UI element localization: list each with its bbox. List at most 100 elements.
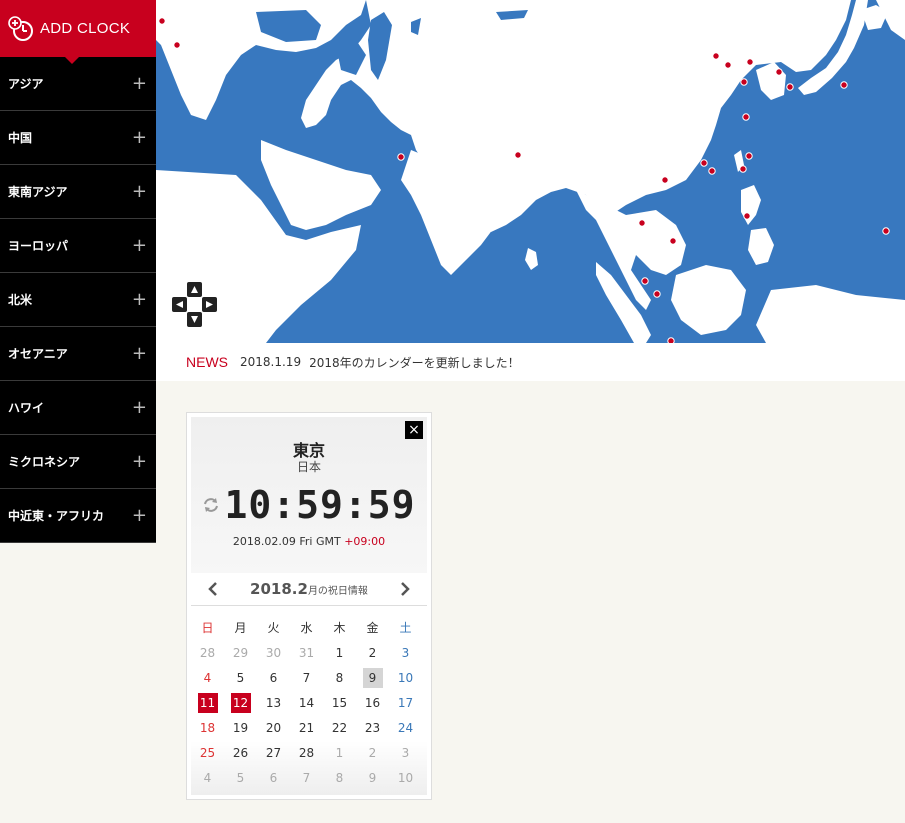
calendar-day: 16 [364,695,381,710]
region-label: オセアニア [8,347,68,361]
calendar-day: 19 [232,720,249,735]
calendar-day: 8 [335,670,344,685]
region-label: 東南アジア [8,185,68,199]
calendar-month: 2018.2 [250,580,308,598]
weekday-label: 水 [300,620,313,635]
week-row: 4 5 6 7 8 9 10 [191,665,427,690]
triangle-down-icon [191,316,198,323]
calendar-day: 26 [232,745,249,760]
calendar-day: 31 [298,645,315,660]
triangle-left-icon [176,301,183,308]
week-row: 25 26 27 28 1 2 3 [191,740,427,765]
region-list: アジア + 中国 + 東南アジア + ヨーロッパ + 北米 + オセアニア + … [0,57,156,543]
calendar-day: 24 [397,720,414,735]
news-link[interactable]: 2018年のカレンダーを更新しました！ [309,354,520,371]
city-marker [739,165,747,173]
weekday-label: 金 [366,620,379,635]
pan-up-button[interactable] [187,282,202,297]
calendar-day: 13 [265,695,282,710]
region-item-asia[interactable]: アジア + [0,57,156,111]
plus-icon: + [131,451,147,472]
map-pan-control [172,282,218,328]
add-clock-label: ADD CLOCK [40,20,131,37]
city-marker [742,113,750,121]
sidebar: ADD CLOCK アジア + 中国 + 東南アジア + ヨーロッパ + 北米 … [0,0,156,543]
calendar-day: 7 [302,670,311,685]
calendar-day: 8 [335,770,344,785]
calendar-day: 5 [236,770,245,785]
map-land [156,0,905,343]
news-bar: NEWS 2018.1.19 2018年のカレンダーを更新しました！ [156,343,905,381]
region-item-hawaii[interactable]: ハワイ + [0,381,156,435]
pan-down-button[interactable] [187,312,202,327]
city-marker [840,81,848,89]
city-marker [158,17,166,25]
refresh-icon[interactable] [202,496,220,514]
region-item-micronesia[interactable]: ミクロネシア + [0,435,156,489]
calendar-day: 5 [236,670,245,685]
city-marker [712,52,720,60]
calendar-day: 29 [232,645,249,660]
country-name: 日本 [296,460,321,474]
calendar-day: 6 [269,670,278,685]
world-map[interactable] [156,0,905,343]
calendar-day: 21 [298,720,315,735]
plus-icon: + [131,397,147,418]
calendar-day: 15 [331,695,348,710]
calendar-day: 9 [368,770,377,785]
week-row: 11 12 13 14 15 16 17 [191,690,427,715]
city-marker [743,212,751,220]
calendar-day: 1 [335,645,344,660]
city-marker [514,151,522,159]
region-item-southeast-asia[interactable]: 東南アジア + [0,165,156,219]
region-item-middle-east-africa[interactable]: 中近東・アフリカ + [0,489,156,543]
week-row: 18 19 20 21 22 23 24 [191,715,427,740]
plus-icon: + [131,181,147,202]
weekday-label: 月 [234,620,247,635]
weekday-label: 日 [201,620,214,635]
calendar-day: 2 [368,645,377,660]
weekday-label: 木 [333,620,346,635]
city-marker [669,237,677,245]
city-marker [638,219,646,227]
plus-icon: + [131,235,147,256]
city-marker [745,152,753,160]
weekday-label: 土 [399,620,412,635]
calendar-day: 1 [335,745,344,760]
calendar-day: 30 [265,645,282,660]
week-row: 28 29 30 31 1 2 3 [191,640,427,665]
calendar-day: 3 [401,745,410,760]
chevron-right-icon[interactable] [397,581,413,597]
region-item-europe[interactable]: ヨーロッパ + [0,219,156,273]
calendar-day: 3 [401,645,410,660]
news-date: 2018.1.19 [240,355,302,369]
plus-icon: + [131,127,147,148]
date-text: 2018.02.09 Fri GMT [232,535,345,548]
time-row: 10:59:59 [191,483,427,527]
region-item-china[interactable]: 中国 + [0,111,156,165]
city-marker [786,83,794,91]
calendar-day: 10 [397,670,414,685]
date-timezone: 2018.02.09 Fri GMT +09:00 [191,535,427,548]
calendar-day: 14 [298,695,315,710]
city-marker [653,290,661,298]
city-marker [775,68,783,76]
add-clock-button[interactable]: ADD CLOCK [0,0,156,64]
region-item-oceania[interactable]: オセアニア + [0,327,156,381]
calendar-day: 25 [199,745,216,760]
plus-icon: + [131,73,147,94]
pan-left-button[interactable] [172,297,187,312]
weekday-row: 日 月 火 水 木 金 土 [191,615,427,640]
plus-icon: + [131,505,147,526]
triangle-up-icon [191,286,198,293]
calendar-day: 28 [298,745,315,760]
calendar-day-today: 9 [356,667,389,688]
pan-right-button[interactable] [202,297,217,312]
city-marker [724,61,732,69]
chevron-left-icon[interactable] [205,581,221,597]
clock-card: × 東京 日本 10:59:59 2018.02.09 Fri GMT +09:… [186,412,432,800]
calendar-day: 28 [199,645,216,660]
region-item-north-america[interactable]: 北米 + [0,273,156,327]
city-marker [708,167,716,175]
plus-icon: + [131,289,147,310]
